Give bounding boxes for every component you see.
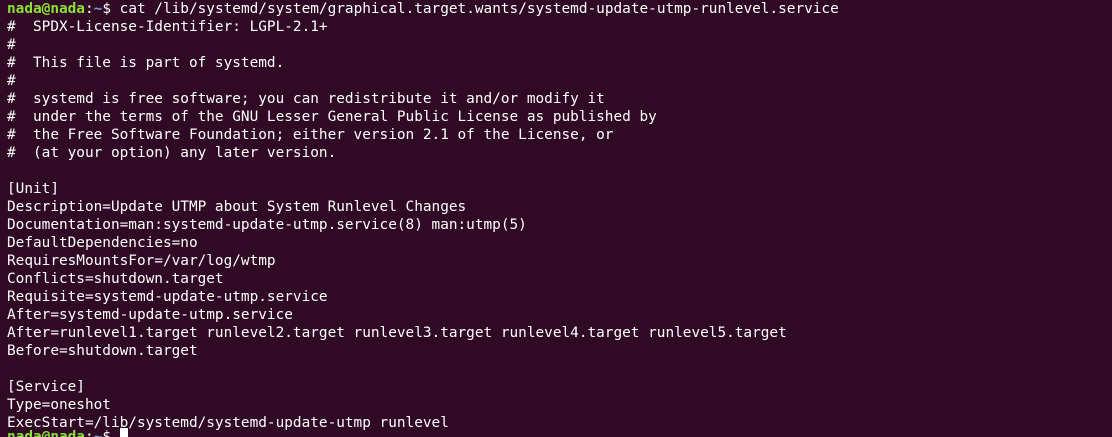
output-line: [Service]	[7, 379, 85, 395]
output-line: #	[7, 37, 16, 53]
output-line: [Unit]	[7, 181, 59, 197]
output-line: # (at your option) any later version.	[7, 145, 337, 161]
prompt-symbol: $	[102, 429, 120, 437]
prompt-symbol: $	[102, 1, 120, 17]
text-cursor[interactable]	[119, 428, 128, 437]
output-line: # This file is part of systemd.	[7, 55, 285, 71]
prompt-user-host: nada@nada	[7, 429, 85, 437]
output-line: # the Free Software Foundation; either v…	[7, 127, 614, 143]
prompt-separator: :	[84, 429, 94, 437]
output-line: #	[7, 73, 16, 89]
output-line: RequiresMountsFor=/var/log/wtmp	[7, 253, 276, 269]
output-line: Requisite=systemd-update-utmp.service	[7, 289, 328, 305]
output-line: DefaultDependencies=no	[7, 235, 198, 251]
output-line: # under the terms of the GNU Lesser Gene…	[7, 109, 657, 125]
output-line: Description=Update UTMP about System Run…	[7, 199, 467, 215]
command-output: # SPDX-License-Identifier: LGPL-2.1+ # #…	[7, 18, 1112, 432]
output-line: After=systemd-update-utmp.service	[7, 307, 293, 323]
output-line: # SPDX-License-Identifier: LGPL-2.1+	[7, 19, 328, 35]
terminal-window[interactable]: nada@nada:~$ cat /lib/systemd/system/gra…	[0, 0, 1112, 437]
command-line: nada@nada:~$ cat /lib/systemd/system/gra…	[7, 0, 1112, 18]
command-text: cat /lib/systemd/system/graphical.target…	[119, 1, 839, 17]
output-line: Documentation=man:systemd-update-utmp.se…	[7, 217, 527, 233]
output-line: After=runlevel1.target runlevel2.target …	[7, 325, 787, 341]
prompt-separator: :	[84, 1, 94, 17]
output-line: # systemd is free software; you can redi…	[7, 91, 605, 107]
output-line: Before=shutdown.target	[7, 343, 198, 359]
prompt-user-host: nada@nada	[7, 1, 85, 17]
output-line: Type=oneshot	[7, 397, 111, 413]
output-line: Conflicts=shutdown.target	[7, 271, 224, 287]
